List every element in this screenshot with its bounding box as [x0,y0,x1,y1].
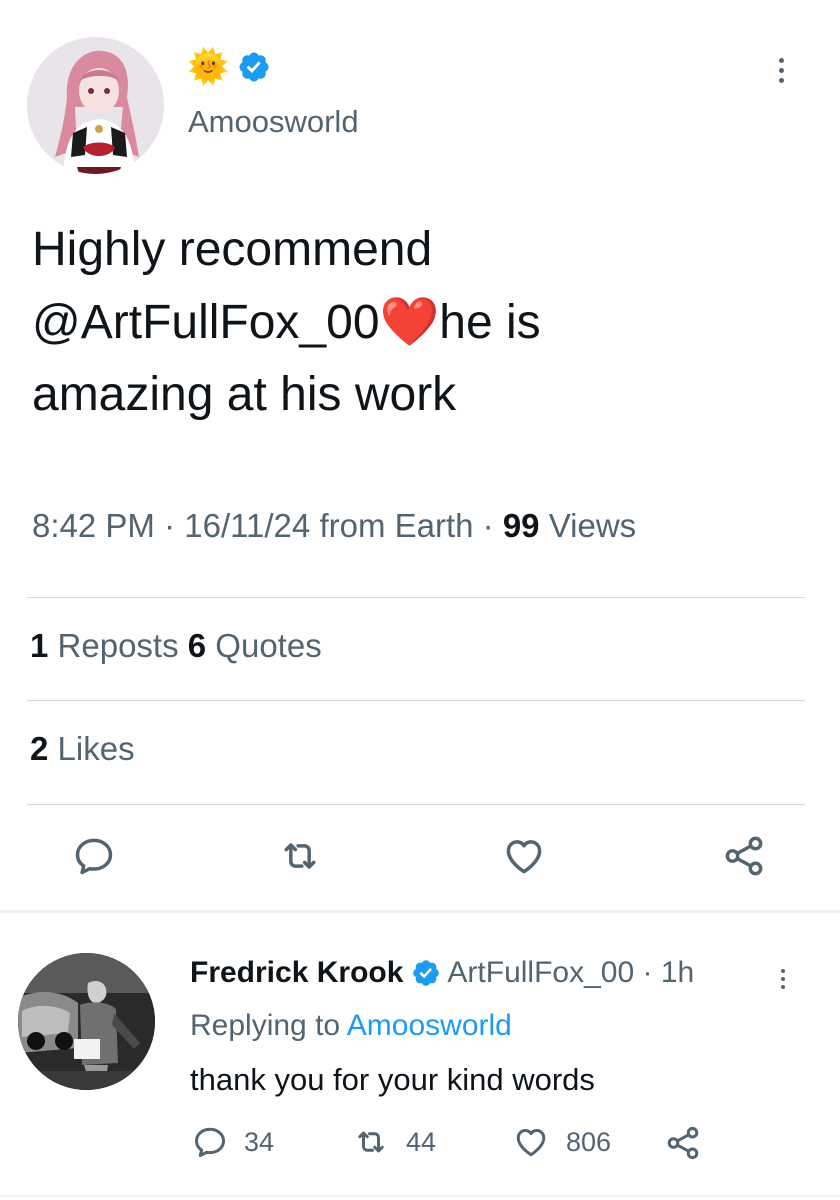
reply-avatar-photo [18,953,155,1090]
comment-icon [195,1127,225,1157]
views-label: Views [548,507,637,544]
heart-icon [516,1128,546,1157]
divider [27,597,805,598]
anime-avatar-image [27,37,164,174]
verified-badge-icon [413,960,440,986]
repost-icon [284,843,316,869]
like-button[interactable] [496,828,552,884]
author-display-name-emoji[interactable]: 🌞 [187,50,229,84]
engagement-stats: 1 Reposts 6 Quotes [30,627,322,665]
reply-avatar[interactable] [18,953,155,1090]
reply-repost-button[interactable]: 44 [352,1124,436,1160]
author-handle[interactable]: Amoosworld [188,104,359,140]
replying-to: Replying to Amoosworld [190,1009,512,1042]
tweet-meta: 8:42 PM · 16/11/24 from Earth · 99 Views [32,507,637,544]
reply-author-name[interactable]: Fredrick Krook [190,956,403,990]
author-avatar[interactable] [27,37,164,174]
tweet-action-bar [0,828,840,890]
repost-count: 44 [406,1126,437,1157]
more-options-icon[interactable] [768,52,794,88]
reply-time: 1h [660,956,695,989]
share-icon [667,1126,699,1160]
tweet-text: Highly recommend @ArtFullFox_00❤️he is a… [32,214,732,432]
heart-emoji: ❤️ [379,294,440,351]
heart-icon [506,840,542,874]
verified-badge-icon [239,52,269,82]
views-count: 99 [502,507,540,544]
author-name-row: 🌞 [187,50,271,84]
repost-button[interactable] [272,828,328,884]
share-icon [725,836,763,876]
reply-header: Fredrick Krook ArtFullFox_00 · 1h [190,956,695,990]
reply-like-button[interactable]: 806 [512,1124,611,1160]
like-count: 806 [566,1126,612,1157]
reposts-stat[interactable]: 1 Reposts [30,627,179,664]
reply-handle[interactable]: ArtFullFox_00 [447,956,634,990]
replying-to-link[interactable]: Amoosworld [347,1009,512,1042]
comment-icon [75,838,113,875]
reply-text: thank you for your kind words [190,1062,595,1097]
bottom-separator [0,1195,840,1197]
likes-stat[interactable]: 2 Likes [30,730,135,768]
tweet-source: from Earth [319,507,474,544]
reply-action-bar: 34 44 806 [0,1124,840,1168]
divider [27,700,805,701]
tweet-date[interactable]: 16/11/24 [184,507,310,544]
share-button[interactable] [716,828,772,884]
reply-share-button[interactable] [664,1124,702,1162]
quotes-stat[interactable]: 6 Quotes [188,627,322,664]
tweet-time[interactable]: 8:42 PM [32,507,155,544]
reply-reply-button[interactable]: 34 [192,1124,274,1160]
repost-icon [358,1131,384,1153]
reply-count: 34 [244,1126,275,1157]
divider [27,804,805,805]
reply-more-options-icon[interactable] [771,964,795,994]
reply-button[interactable] [66,828,122,884]
tweet-text-part1: Highly recommend @ArtFullFox_00 [32,223,433,350]
section-separator [0,910,840,913]
